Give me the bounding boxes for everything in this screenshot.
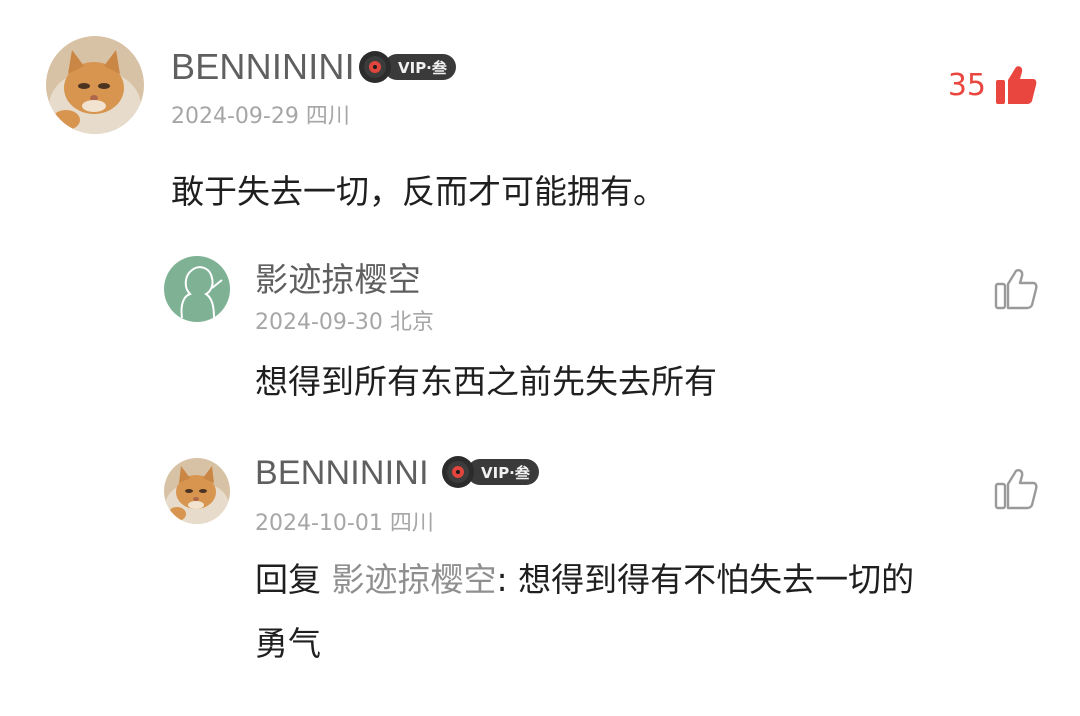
comment-date: 2024-09-30: [255, 310, 383, 335]
avatar[interactable]: [46, 36, 144, 134]
thumbs-up-icon: [994, 469, 1038, 510]
comment-meta: 2024-09-29 四川: [171, 98, 350, 130]
reply-text: 回复 影迹掠樱空: 想得到得有不怕失去一切的: [255, 553, 914, 601]
comment-location: 四川: [305, 104, 350, 129]
reply-content: : 想得到得有不怕失去一切的: [496, 560, 915, 599]
cat-avatar-image: [46, 36, 144, 134]
reply-text-continued: 勇气: [255, 624, 321, 663]
reply-prefix: 回复: [255, 560, 321, 599]
avatar[interactable]: [164, 256, 230, 322]
like-count: 35: [947, 67, 986, 103]
comment-meta: 2024-10-01 四川: [255, 505, 434, 537]
comment-thread: BENNININI VIP·叁 2024-09-29 四川 35 敢于失去一切，…: [0, 0, 1080, 716]
like-button[interactable]: [994, 268, 1038, 310]
vinyl-disc-icon: [358, 50, 392, 84]
comment-location: 北京: [389, 310, 434, 335]
avatar[interactable]: [164, 458, 230, 524]
thumbs-up-icon: [994, 269, 1038, 310]
comment-location: 四川: [389, 511, 434, 536]
comment-date: 2024-10-01: [255, 511, 383, 536]
thumbs-up-icon: [996, 66, 1037, 104]
vip-badge[interactable]: VIP·叁: [441, 455, 539, 489]
vip-label: VIP·叁: [384, 54, 456, 80]
vip-label: VIP·叁: [467, 459, 539, 485]
cat-avatar-image: [164, 458, 230, 524]
comment-username[interactable]: 影迹掠樱空: [255, 253, 421, 301]
comment-username[interactable]: BENNININI: [255, 454, 429, 493]
vip-badge[interactable]: VIP·叁: [358, 50, 456, 84]
comment-text: 敢于失去一切，反而才可能拥有。: [171, 172, 666, 211]
comment-text: 想得到所有东西之前先失去所有: [255, 362, 717, 401]
comment-meta: 2024-09-30 北京: [255, 304, 434, 336]
comment-username[interactable]: BENNININI: [171, 46, 355, 88]
reply-target-link[interactable]: 影迹掠樱空: [332, 560, 497, 599]
vinyl-disc-icon: [441, 455, 475, 489]
like-button[interactable]: [994, 468, 1038, 510]
silhouette-avatar-image: [164, 256, 230, 322]
comment-date: 2024-09-29: [171, 104, 299, 129]
like-button[interactable]: 35: [948, 64, 1038, 106]
